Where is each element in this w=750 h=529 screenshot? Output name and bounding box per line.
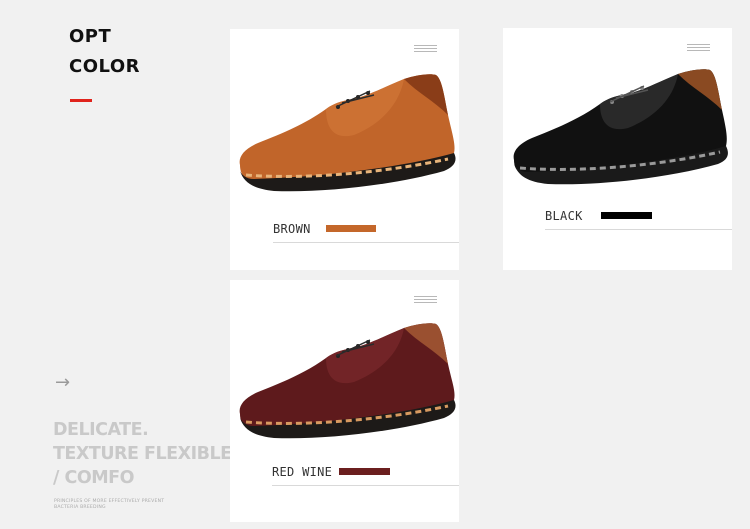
heading-line-1: OPT bbox=[69, 26, 112, 47]
menu-icon bbox=[414, 296, 437, 304]
color-card-brown[interactable]: BROWN bbox=[230, 29, 459, 270]
menu-icon bbox=[414, 45, 437, 53]
tagline-line-1: DELICATE. bbox=[53, 420, 149, 440]
shoe-image-black bbox=[513, 69, 728, 185]
divider bbox=[273, 242, 459, 243]
menu-icon bbox=[687, 44, 710, 52]
small-print-line-2: BACTERIA BREEDING bbox=[54, 505, 106, 510]
color-label: BLACK bbox=[545, 209, 583, 223]
right-arrow-icon: → bbox=[55, 372, 71, 393]
shoe-image-brown bbox=[239, 74, 456, 192]
color-label: BROWN bbox=[273, 222, 311, 236]
accent-divider bbox=[70, 99, 92, 102]
color-swatch bbox=[339, 468, 390, 475]
color-swatch bbox=[601, 212, 652, 219]
tagline: DELICATE. TEXTURE FLEXIBLE / COMFO bbox=[53, 418, 232, 490]
divider bbox=[545, 229, 732, 230]
color-label: RED WINE bbox=[272, 465, 333, 479]
color-swatch bbox=[326, 225, 376, 232]
color-card-red-wine[interactable]: RED WINE bbox=[230, 280, 459, 522]
tagline-line-2: TEXTURE FLEXIBLE bbox=[53, 444, 232, 464]
shoe-image-red-wine bbox=[239, 323, 456, 439]
divider bbox=[272, 485, 459, 486]
tagline-line-3: / COMFO bbox=[53, 468, 134, 488]
section-heading: OPT COLOR bbox=[69, 22, 140, 82]
heading-line-2: COLOR bbox=[69, 56, 141, 77]
color-card-black[interactable]: BLACK bbox=[503, 28, 732, 270]
small-print: PRINCIPLES OF MORE EFFECTIVELY PREVENT B… bbox=[54, 499, 164, 511]
